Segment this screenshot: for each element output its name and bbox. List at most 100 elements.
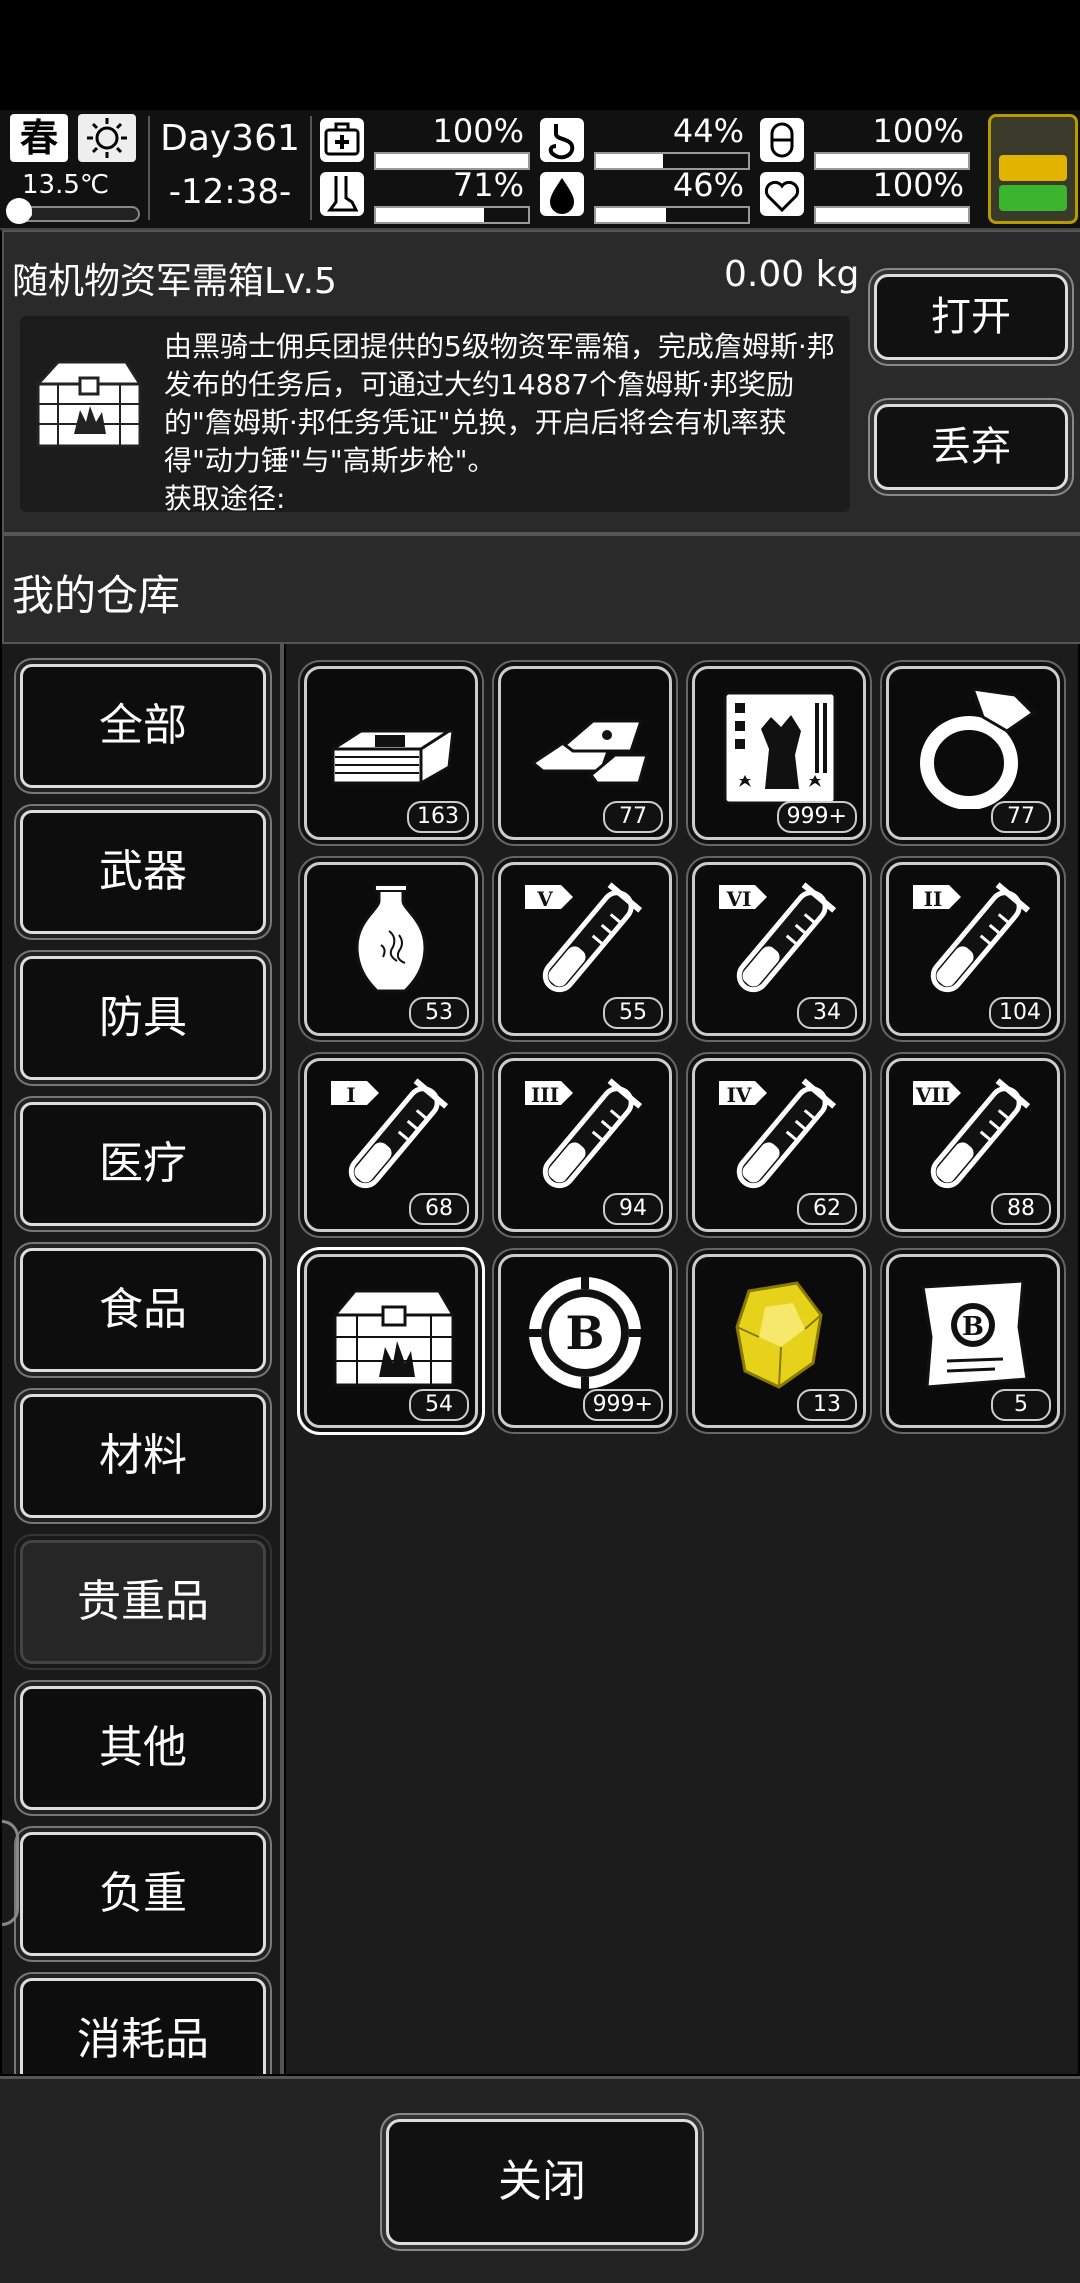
item-count-badge: 34 — [797, 997, 857, 1029]
item-description-text: 由黑骑士佣兵团提供的5级物资军需箱，完成詹姆斯·邦发布的任务后，可通过大约148… — [164, 330, 835, 477]
item-grid: 163 77 999+ 77 53 V 55 VI 34 II 104 I 68 III 94 IV 62 VII… — [286, 644, 1078, 2074]
hunger-value: 44% — [672, 112, 744, 150]
inventory-slot[interactable]: VII 88 — [886, 1058, 1060, 1232]
svg-text:V: V — [536, 887, 553, 911]
inventory-slot[interactable]: 53 — [304, 862, 478, 1036]
inventory-slot[interactable]: 77 — [886, 666, 1060, 840]
mood-bar — [814, 206, 970, 224]
game-clock: -12:38- — [168, 172, 292, 212]
inventory-slot[interactable]: IV 62 — [692, 1058, 866, 1232]
inventory-slot[interactable]: VI 34 — [692, 862, 866, 1036]
zombie-card-icon — [723, 691, 837, 805]
category-armor[interactable]: 防具 — [20, 956, 266, 1080]
inventory-slot[interactable]: 77 — [498, 666, 672, 840]
battery-icon[interactable] — [988, 114, 1078, 224]
close-button[interactable]: 关闭 — [386, 2119, 698, 2245]
item-count-badge: 999+ — [582, 1389, 663, 1421]
leg-icon — [320, 172, 364, 216]
vase-icon — [355, 884, 427, 993]
item-count-badge: 62 — [797, 1193, 857, 1225]
svg-text:B: B — [566, 1306, 605, 1360]
inventory-slot[interactable]: B 999+ — [498, 1254, 672, 1428]
inventory-slot[interactable]: 999+ — [692, 666, 866, 840]
item-source-label: 获取途径: — [164, 482, 286, 515]
inventory-slot[interactable]: I 68 — [304, 1058, 478, 1232]
inventory-slot[interactable]: III 94 — [498, 1058, 672, 1232]
drawer-handle[interactable] — [2, 1820, 19, 1926]
temperature-readout: 13.5℃ — [22, 170, 110, 200]
svg-text:B: B — [962, 1312, 984, 1342]
medicine-value: 100% — [872, 112, 964, 150]
ring-icon — [920, 687, 1036, 809]
svg-text:VII: VII — [915, 1083, 950, 1107]
mood-value: 100% — [872, 166, 964, 204]
item-count-badge: 68 — [409, 1193, 469, 1225]
inventory-slot[interactable]: B5 — [886, 1254, 1060, 1428]
category-other[interactable]: 其他 — [20, 1686, 266, 1810]
test-tube-v-icon: V — [525, 882, 643, 993]
item-count-badge: 94 — [603, 1193, 663, 1225]
item-count-badge: 54 — [409, 1389, 469, 1421]
item-detail-panel: 随机物资军需箱Lv.5 0.00 kg 由黑骑士佣兵团提供的5级物资军需箱，完成… — [2, 230, 1080, 534]
category-food[interactable]: 食品 — [20, 1248, 266, 1372]
test-tube-i-icon: I — [331, 1078, 449, 1189]
inventory-slot[interactable]: 163 — [304, 666, 478, 840]
stamina-bar-fill — [376, 208, 484, 222]
test-tube-iii-icon: III — [525, 1078, 643, 1189]
item-count-badge: 163 — [407, 801, 469, 833]
gold-bars-icon — [530, 719, 649, 785]
warehouse-title: 我的仓库 — [12, 571, 181, 620]
item-count-badge: 104 — [989, 997, 1051, 1029]
battery-segment-empty — [999, 125, 1067, 151]
pill-icon — [760, 118, 804, 162]
category-carry[interactable]: 负重 — [20, 1832, 266, 1956]
open-button[interactable]: 打开 — [874, 274, 1068, 360]
inventory-slot[interactable]: 54 — [304, 1254, 478, 1428]
inventory-slot[interactable]: V 55 — [498, 862, 672, 1036]
category-all[interactable]: 全部 — [20, 664, 266, 788]
b-voucher-icon: B — [921, 1279, 1029, 1389]
category-sidebar[interactable]: 全部 武器 防具 医疗 食品 材料 贵重品 其他 负重 消耗品 — [2, 644, 284, 2074]
test-tube-vi-icon: VI — [719, 882, 837, 993]
inventory-slot[interactable]: II 104 — [886, 862, 1060, 1036]
category-weapons[interactable]: 武器 — [20, 810, 266, 934]
item-count-badge: 77 — [991, 801, 1051, 833]
status-bar: 春 13.5℃ Day361 -12:38- 100% 44% 100% 71%… — [0, 110, 1080, 230]
divider — [310, 116, 312, 220]
stamina-value: 71% — [452, 166, 524, 204]
test-tube-ii-icon: II — [913, 882, 1031, 993]
thirst-value: 46% — [672, 166, 744, 204]
item-count-badge: 88 — [991, 1193, 1051, 1225]
test-tube-vii-icon: VII — [913, 1078, 1031, 1189]
discard-button[interactable]: 丢弃 — [874, 404, 1068, 490]
inventory-slot[interactable]: 13 — [692, 1254, 866, 1428]
sun-icon — [78, 114, 136, 162]
thirst-bar-fill — [596, 208, 666, 222]
thermometer-bulb-icon — [6, 198, 32, 224]
svg-text:III: III — [531, 1083, 559, 1107]
svg-text:II: II — [924, 887, 943, 911]
svg-text:I: I — [346, 1083, 355, 1107]
battery-segment-green — [999, 185, 1067, 211]
svg-text:VI: VI — [726, 887, 752, 911]
divider — [148, 116, 150, 220]
supply-crate-icon — [28, 348, 148, 458]
water-drop-icon — [540, 172, 584, 216]
health-value: 100% — [432, 112, 524, 150]
stomach-icon — [540, 118, 584, 162]
item-count-badge: 77 — [603, 801, 663, 833]
item-description: 由黑骑士佣兵团提供的5级物资军需箱，完成詹姆斯·邦发布的任务后，可通过大约148… — [164, 328, 844, 518]
item-name: 随机物资军需箱Lv.5 — [12, 261, 337, 302]
mood-bar-fill — [816, 208, 968, 222]
item-count-badge: 55 — [603, 997, 663, 1029]
item-count-badge: 999+ — [776, 801, 857, 833]
category-consumables[interactable]: 消耗品 — [20, 1978, 266, 2074]
category-valuables[interactable]: 贵重品 — [20, 1540, 266, 1664]
thirst-bar — [594, 206, 750, 224]
item-count-badge: 13 — [797, 1389, 857, 1421]
category-materials[interactable]: 材料 — [20, 1394, 266, 1518]
supply-crate-icon — [331, 1289, 456, 1387]
day-counter: Day361 — [160, 118, 300, 159]
category-medical[interactable]: 医疗 — [20, 1102, 266, 1226]
item-count-badge: 5 — [991, 1389, 1051, 1421]
